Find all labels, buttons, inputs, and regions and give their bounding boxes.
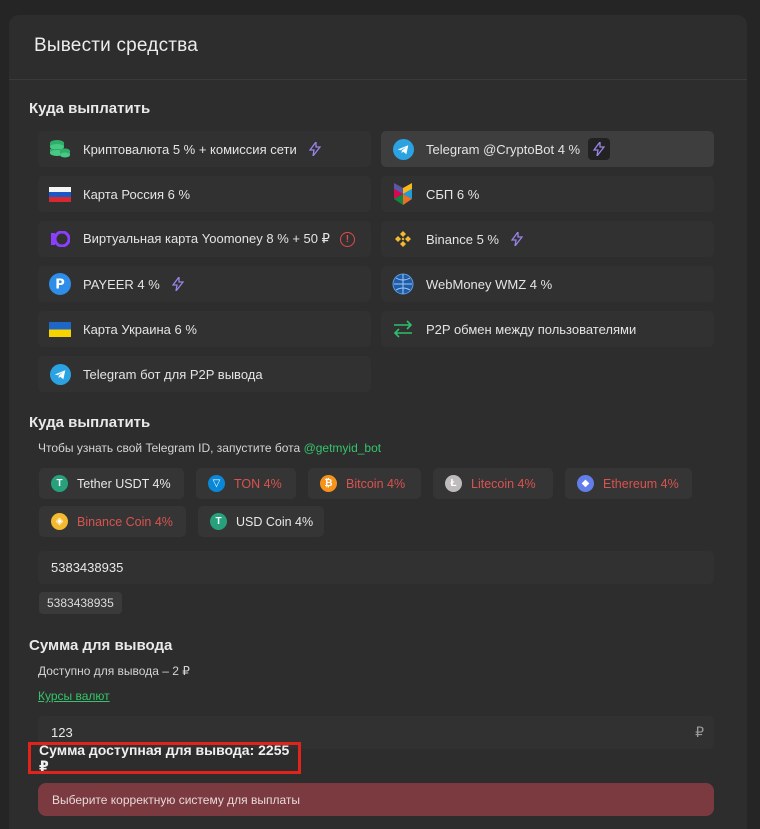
method-sbp[interactable]: СБП 6 % [381, 176, 714, 212]
coin-ton[interactable]: ▽ TON 4% [196, 468, 296, 499]
available-amount: Доступно для вывода – 2 ₽ [38, 664, 190, 678]
bitcoin-icon: ₿ [320, 475, 337, 492]
hint-text: Чтобы узнать свой Telegram ID, запустите… [38, 441, 304, 455]
getmyid-bot-link[interactable]: @getmyid_bot [304, 441, 382, 455]
warning-icon: ! [339, 231, 355, 247]
method-webmoney[interactable]: WebMoney WMZ 4 % [381, 266, 714, 302]
method-label: Карта Россия 6 % [83, 186, 191, 202]
bolt-icon [170, 276, 186, 292]
binance-icon [392, 228, 414, 250]
panel-header: Вывести средства [9, 15, 747, 80]
method-telegram-p2p[interactable]: Telegram бот для P2P вывода [38, 356, 371, 392]
method-label: Карта Украина 6 % [83, 321, 197, 337]
webmoney-icon [392, 273, 414, 295]
method-cryptobot[interactable]: Telegram @CryptoBot 4 % [381, 131, 714, 167]
coin-usdt[interactable]: T Tether USDT 4% [39, 468, 184, 499]
tether-icon: T [51, 475, 68, 492]
ruble-sign: ₽ [695, 724, 704, 740]
telegram-icon [49, 363, 71, 385]
method-label: Telegram бот для P2P вывода [83, 366, 263, 382]
coin-usdc[interactable]: T USD Coin 4% [198, 506, 324, 537]
available-total: Сумма доступная для вывода: 2255 ₽ [28, 742, 301, 774]
method-p2p[interactable]: P2P обмен между пользователями [381, 311, 714, 347]
bolt-icon [509, 231, 525, 247]
coin-label: Binance Coin 4% [77, 514, 173, 529]
coin-label: Bitcoin 4% [346, 476, 406, 491]
method-label: WebMoney WMZ 4 % [426, 276, 553, 292]
coin-bnb[interactable]: ◈ Binance Coin 4% [39, 506, 186, 537]
rates-link[interactable]: Курсы валют [38, 689, 110, 703]
section-title-payout: Куда выплатить [29, 100, 151, 117]
method-label: Виртуальная карта Yoomoney 8 % + 50 ₽ [83, 231, 330, 246]
method-crypto[interactable]: Криптовалюта 5 % + комиссия сети [38, 131, 371, 167]
telegram-id-input[interactable]: 5383438935 [38, 551, 714, 584]
method-label: СБП 6 % [426, 186, 480, 202]
payeer-icon: P [49, 273, 71, 295]
method-payeer[interactable]: P PAYEER 4 % [38, 266, 371, 302]
coin-ethereum[interactable]: ◆ Ethereum 4% [565, 468, 692, 499]
ukraine-flag-icon [49, 318, 71, 340]
russia-flag-icon [49, 183, 71, 205]
coin-label: Ethereum 4% [603, 476, 679, 491]
svg-text:P: P [55, 278, 65, 293]
coin-litecoin[interactable]: Ł Litecoin 4% [433, 468, 553, 499]
telegram-id-hint: Чтобы узнать свой Telegram ID, запустите… [38, 441, 381, 455]
method-card-ukraine[interactable]: Карта Украина 6 % [38, 311, 371, 347]
bolt-icon [307, 141, 323, 157]
ethereum-icon: ◆ [577, 475, 594, 492]
telegram-icon [392, 138, 414, 160]
coin-label: Tether USDT 4% [77, 476, 171, 491]
telegram-id-chip[interactable]: 5383438935 [39, 592, 122, 614]
yoomoney-icon [49, 228, 71, 250]
method-label: Telegram @CryptoBot 4 % [426, 141, 581, 157]
coin-label: TON 4% [234, 476, 282, 491]
method-label: PAYEER 4 % [83, 276, 160, 292]
coins-stack-icon [49, 138, 71, 160]
ton-icon: ▽ [208, 475, 225, 492]
method-card-russia[interactable]: Карта Россия 6 % [38, 176, 371, 212]
method-label: Binance 5 % [426, 231, 499, 247]
method-label: P2P обмен между пользователями [426, 321, 637, 337]
method-label: Криптовалюта 5 % + комиссия сети [83, 141, 297, 157]
method-yoomoney[interactable]: Виртуальная карта Yoomoney 8 % + 50 ₽ ! [38, 221, 371, 257]
exchange-arrows-icon [392, 318, 414, 340]
error-message: Выберите корректную систему для выплаты [38, 783, 714, 816]
coin-label: USD Coin 4% [236, 514, 314, 529]
binance-coin-icon: ◈ [51, 513, 68, 530]
panel-title: Вывести средства [34, 35, 199, 56]
bolt-icon [588, 138, 611, 160]
section-title-amount: Сумма для вывода [29, 637, 173, 654]
section-title-payout-2: Куда выплатить [29, 414, 151, 431]
sbp-icon [392, 183, 414, 205]
coin-label: Litecoin 4% [471, 476, 536, 491]
coin-bitcoin[interactable]: ₿ Bitcoin 4% [308, 468, 421, 499]
amount-value: 123 [51, 725, 73, 740]
method-binance[interactable]: Binance 5 % [381, 221, 714, 257]
usd-coin-icon: T [210, 513, 227, 530]
litecoin-icon: Ł [445, 475, 462, 492]
